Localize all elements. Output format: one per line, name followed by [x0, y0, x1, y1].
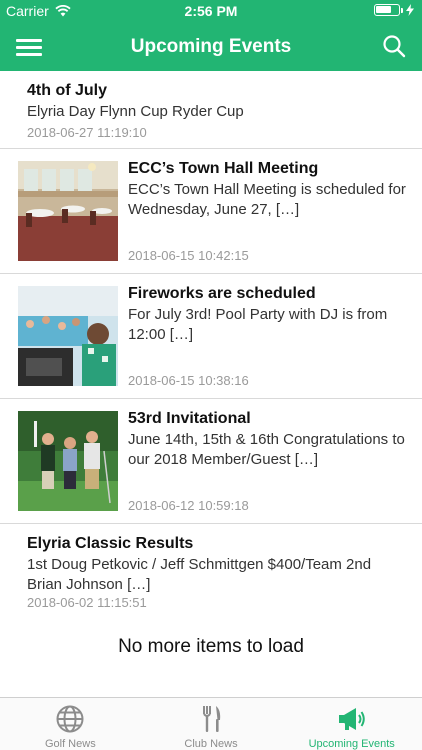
- battery-icon: [374, 4, 400, 16]
- event-excerpt: June 14th, 15th & 16th Congratulations t…: [128, 431, 405, 468]
- event-thumbnail: [18, 411, 118, 511]
- event-title: 4th of July: [27, 82, 108, 99]
- event-date: 2018-06-12 10:59:18: [128, 498, 249, 513]
- list-item[interactable]: Fireworks are scheduled For July 3rd! Po…: [0, 274, 422, 399]
- no-more-items-label: No more items to load: [118, 636, 304, 657]
- status-bar: Carrier 2:56 PM: [0, 0, 422, 22]
- event-thumbnail: [18, 161, 118, 261]
- battery-fill: [376, 6, 391, 13]
- tab-upcoming-events[interactable]: Upcoming Events: [281, 698, 422, 750]
- event-excerpt: Elyria Day Flynn Cup Ryder Cup: [27, 103, 244, 120]
- event-body: 53rd Invitational June 14th, 15th & 16th…: [128, 409, 408, 470]
- globe-icon: [56, 705, 84, 733]
- megaphone-icon: [338, 708, 365, 730]
- tab-golf-news[interactable]: Golf News: [0, 698, 141, 750]
- event-date: 2018-06-02 11:15:51: [27, 595, 147, 610]
- list-item[interactable]: 53rd Invitational June 14th, 15th & 16th…: [0, 399, 422, 524]
- event-title: ECC’s Town Hall Meeting: [128, 160, 319, 177]
- event-date: 2018-06-27 11:19:10: [27, 125, 147, 140]
- event-title: 53rd Invitational: [128, 410, 251, 427]
- event-thumbnail: [18, 286, 118, 386]
- battery-indicator: [374, 4, 414, 16]
- fork-knife-icon: [203, 706, 221, 732]
- charging-bolt-icon: [406, 4, 414, 16]
- event-excerpt: 1st Doug Petkovic / Jeff Schmittgen $400…: [27, 556, 372, 593]
- list-item[interactable]: ECC’s Town Hall Meeting ECC’s Town Hall …: [0, 149, 422, 274]
- tab-label: Golf News: [44, 738, 96, 750]
- list-item[interactable]: 4th of July Elyria Day Flynn Cup Ryder C…: [0, 71, 422, 149]
- hamburger-menu-button[interactable]: [16, 36, 42, 58]
- event-excerpt: ECC’s Town Hall Meeting is scheduled for…: [128, 181, 406, 218]
- event-date: 2018-06-15 10:42:15: [128, 248, 249, 263]
- list-item[interactable]: Elyria Classic Results 1st Doug Petkovic…: [0, 524, 422, 614]
- event-body: Fireworks are scheduled For July 3rd! Po…: [128, 284, 408, 345]
- event-body: ECC’s Town Hall Meeting ECC’s Town Hall …: [128, 159, 408, 220]
- page-title: Upcoming Events: [130, 36, 292, 57]
- event-title: Elyria Classic Results: [27, 535, 194, 552]
- search-button[interactable]: [382, 34, 406, 58]
- search-icon: [383, 35, 406, 58]
- bottom-tab-bar: Golf News Club News Upcoming Events: [0, 697, 422, 750]
- tab-label: Club News: [184, 738, 238, 750]
- app-header: Upcoming Events: [0, 22, 422, 71]
- status-time: 2:56 PM: [184, 3, 238, 19]
- tab-label: Upcoming Events: [308, 738, 395, 750]
- event-date: 2018-06-15 10:38:16: [128, 373, 249, 388]
- battery-tip: [401, 7, 403, 13]
- tab-club-news[interactable]: Club News: [141, 698, 282, 750]
- event-title: Fireworks are scheduled: [128, 285, 316, 302]
- event-excerpt: For July 3rd! Pool Party with DJ is from…: [128, 306, 388, 343]
- events-list[interactable]: 4th of July Elyria Day Flynn Cup Ryder C…: [0, 71, 422, 698]
